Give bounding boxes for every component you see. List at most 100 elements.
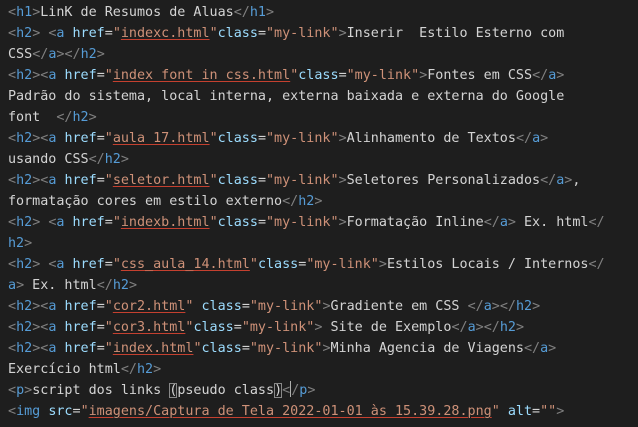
code-token-punc: > xyxy=(265,5,275,20)
code-token-tag: h2 xyxy=(16,299,33,314)
code-token-attr: class xyxy=(201,341,242,356)
code-token-punc: </ xyxy=(523,341,541,356)
code-token-punc: > xyxy=(128,278,137,293)
code-token-text: font xyxy=(8,110,57,125)
code-token-punc: > xyxy=(378,257,387,272)
code-token-url: indexb.html xyxy=(120,215,210,230)
code-line[interactable]: <h2><a href="index.html"class="my-link">… xyxy=(8,338,634,359)
code-line[interactable]: Padrão do sistema, local interna, extern… xyxy=(8,86,634,107)
code-token-punc: < xyxy=(8,299,17,314)
code-token-punc: > xyxy=(338,131,347,146)
code-token-text: , xyxy=(572,173,581,188)
code-line[interactable]: a> Ex. html</h2> xyxy=(8,275,634,296)
code-token-text: script dos links xyxy=(32,383,170,398)
code-token-tag: a xyxy=(467,320,476,335)
code-line[interactable]: <h2><a href="cor2.html" class="my-link">… xyxy=(8,296,634,317)
code-token-punc: > xyxy=(556,404,565,419)
code-token-tag: h2 xyxy=(499,320,516,335)
code-token-attr: href xyxy=(64,68,97,83)
code-line[interactable]: <p>script dos links (pseudo class)</p> xyxy=(8,380,634,401)
code-token-tag: h2 xyxy=(16,257,33,272)
code-token-text: LinK de Resumos de Aluas xyxy=(40,5,234,20)
code-token-eq: = xyxy=(233,320,242,335)
code-token-attr: src xyxy=(48,404,73,419)
code-token-punc: < xyxy=(8,5,17,20)
code-token-punc: < xyxy=(8,320,17,335)
code-token-tag: h1 xyxy=(16,5,33,20)
code-token-punc: > xyxy=(338,215,347,230)
code-token-text: Estilos Locais / Internos xyxy=(386,257,589,272)
code-line[interactable]: <h2> <a href="css_aula_14.html"class="my… xyxy=(8,254,634,275)
code-token-punc: </ xyxy=(451,320,468,335)
code-token-punc: > xyxy=(338,26,347,41)
code-token-punc: </ xyxy=(56,110,73,125)
code-token-text: Fontes em CSS xyxy=(427,68,533,83)
code-line[interactable]: <h2> <a href="indexb.html"class="my-link… xyxy=(8,212,634,233)
code-line[interactable]: CSS</a></h2> xyxy=(8,44,634,65)
code-token-attr: href xyxy=(64,131,97,146)
code-line[interactable]: <img src="imagens/Captura de Tela 2022-0… xyxy=(8,401,634,422)
code-token-punc: </ xyxy=(282,194,299,209)
code-token-punc: < xyxy=(8,26,17,41)
code-token-punc: > xyxy=(532,299,541,314)
code-line[interactable]: <h2><a href="index font in css.html"clas… xyxy=(8,65,634,86)
code-token-str: " xyxy=(104,320,113,335)
code-line[interactable]: Exercício html</h2> xyxy=(8,359,634,380)
code-token-attr: class xyxy=(257,257,299,272)
code-token-url: aula 17.html xyxy=(112,131,210,146)
code-token-str: " xyxy=(249,257,258,272)
code-line[interactable]: <h2><a href="seletor.html"class="my-link… xyxy=(8,170,634,191)
code-line[interactable]: formatação cores em estilo externo</h2> xyxy=(8,191,634,212)
code-token-tag: h2 xyxy=(16,131,33,146)
code-token-punc: </ xyxy=(515,131,533,146)
code-token-str: " xyxy=(104,299,113,314)
code-line[interactable]: <h1>LinK de Resumos de Aluas</h1> xyxy=(8,2,634,23)
code-token-punc: </ xyxy=(32,47,49,62)
code-area[interactable]: <h1>LinK de Resumos de Aluas</h1> <h2> <a… xyxy=(8,2,634,422)
code-token-tag: h2 xyxy=(16,341,33,356)
code-line[interactable]: <h2><a href="cor3.html"class="my-link"> … xyxy=(8,317,634,338)
code-token-punc: </ xyxy=(483,320,500,335)
code-token-tag: h2 xyxy=(298,194,315,209)
code-token-hl: ) xyxy=(274,383,283,398)
code-token-tag: h1 xyxy=(249,5,266,20)
code-token-str: " xyxy=(112,26,121,41)
code-token-str: "my-link" xyxy=(266,215,339,230)
code-token-str: " xyxy=(104,173,113,188)
code-token-punc: < xyxy=(8,341,17,356)
code-token-eq: = xyxy=(104,257,113,272)
code-token-eq: = xyxy=(96,299,105,314)
code-token-attr: href xyxy=(72,26,105,41)
code-token-tag: h2 xyxy=(8,236,25,251)
code-token-tag: a xyxy=(532,131,541,146)
code-token-eq: = xyxy=(96,320,105,335)
code-token-eq: = xyxy=(72,404,81,419)
code-token-str: " xyxy=(209,131,218,146)
code-line[interactable]: font </h2> xyxy=(8,107,634,128)
code-line[interactable]: h2> xyxy=(8,233,634,254)
code-token-tag: h2 xyxy=(515,299,533,314)
code-token-punc: </ xyxy=(467,299,484,314)
code-token-punc: </ xyxy=(64,47,81,62)
code-line[interactable]: <h2> <a href="indexc.html"class="my-link… xyxy=(8,23,634,44)
code-token-attr: href xyxy=(64,341,97,356)
code-token-eq: = xyxy=(104,215,113,230)
code-token-text: usando CSS xyxy=(8,152,89,167)
code-editor[interactable]: <h1>LinK de Resumos de Aluas</h1> <h2> <a… xyxy=(0,0,638,427)
code-token-punc: > xyxy=(556,68,565,83)
code-token-eq: = xyxy=(104,26,113,41)
code-token-text: CSS xyxy=(8,47,33,62)
code-token-punc: </ xyxy=(88,152,105,167)
code-token-punc: > xyxy=(88,110,97,125)
code-token-punc: > xyxy=(120,152,129,167)
code-token-str: " xyxy=(112,215,121,230)
code-token-str: " xyxy=(209,173,218,188)
code-token-punc: </ xyxy=(120,362,137,377)
code-line[interactable]: usando CSS</h2> xyxy=(8,149,634,170)
code-line[interactable]: <h2><a href="aula 17.html"class="my-link… xyxy=(8,128,634,149)
code-token-text: pseudo class xyxy=(177,383,275,398)
code-token-str: " xyxy=(80,404,89,419)
code-token-attr: class xyxy=(217,26,258,41)
